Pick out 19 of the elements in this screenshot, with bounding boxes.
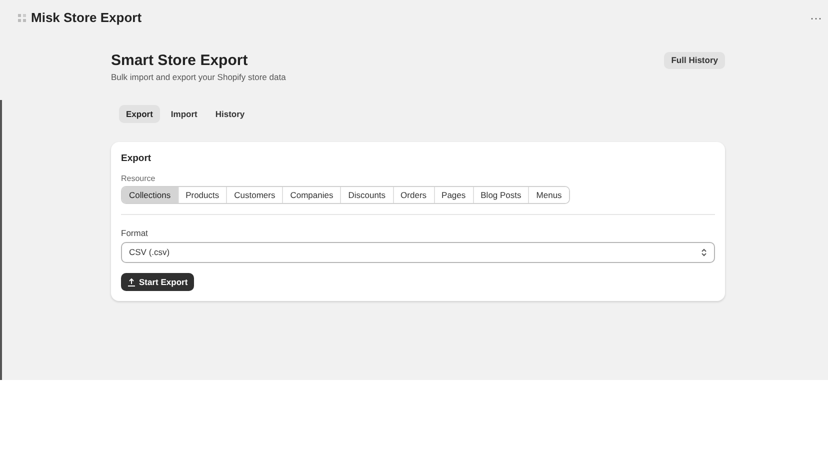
resource-label: Resource <box>121 174 156 184</box>
card-title: Export <box>121 153 152 165</box>
tab[interactable]: History <box>208 105 252 123</box>
full-history-button[interactable]: Full History <box>664 52 725 69</box>
tab[interactable]: Import <box>164 105 204 123</box>
upload-icon <box>127 278 136 286</box>
resource-option[interactable]: Menus <box>528 187 569 203</box>
app-icon <box>18 14 27 22</box>
format-value: CSV (.csv) <box>129 246 170 259</box>
resource-option[interactable]: Collections <box>122 187 178 203</box>
format-label: Format <box>121 228 149 239</box>
page-title: Smart Store Export <box>111 51 249 71</box>
chevron-updown-icon <box>701 248 707 257</box>
page-subtitle: Bulk import and export your Shopify store data <box>111 71 286 83</box>
app-title: Misk Store Export <box>31 9 142 28</box>
format-select[interactable]: CSV (.csv) <box>121 242 715 263</box>
start-export-button[interactable]: Start Export <box>121 273 194 291</box>
tab[interactable]: Export <box>119 105 160 123</box>
more-menu-button[interactable]: ··· <box>810 12 822 24</box>
